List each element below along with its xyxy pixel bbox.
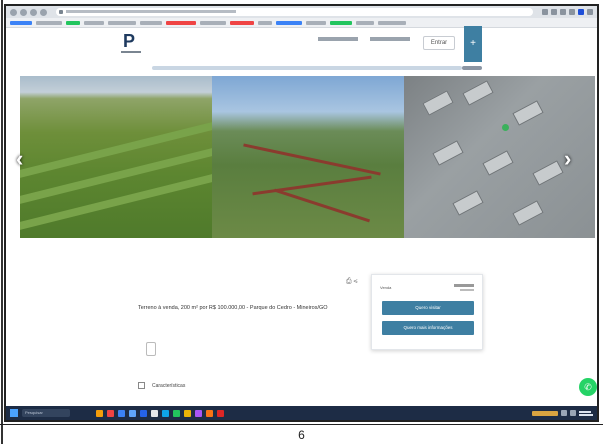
lot-block [482, 150, 514, 176]
bookmark-item[interactable] [36, 20, 62, 25]
bookmark-item[interactable] [108, 20, 136, 25]
system-tray [532, 410, 593, 416]
downloads-icon[interactable] [569, 9, 575, 15]
forward-icon[interactable] [20, 8, 27, 16]
bookmarks-bar [6, 18, 597, 28]
whatsapp-icon[interactable]: ✆ [579, 378, 597, 396]
lot-block [432, 140, 464, 166]
bookmark-item[interactable] [200, 20, 226, 25]
logo-mark-icon: P [123, 31, 136, 51]
road-line [243, 143, 381, 176]
contact-card: Venda Quero visitar Quero mais informaçõ… [371, 274, 483, 350]
home-icon[interactable] [40, 8, 47, 16]
zoom-icon[interactable] [542, 9, 548, 15]
field-strip [20, 122, 212, 178]
gallery-photo[interactable] [212, 76, 404, 238]
map-pin-icon[interactable] [146, 342, 156, 356]
windows-taskbar: Pesquisar [6, 406, 597, 420]
taskbar-app-icon[interactable] [140, 409, 147, 417]
taskbar-app-icon[interactable] [96, 409, 103, 417]
taskbar-app-icon[interactable] [184, 409, 191, 417]
more-info-button[interactable]: Quero mais informações [382, 321, 474, 335]
site-logo[interactable]: P [121, 31, 141, 53]
browser-toolbar [6, 6, 597, 18]
back-icon[interactable] [10, 8, 17, 16]
price-value [454, 284, 474, 291]
photo-gallery[interactable] [20, 76, 595, 238]
location-marker-icon [502, 124, 509, 131]
browser-window: P Entrar + ‹ › ⎙ ⋖ Terreno à venda, 200 … [4, 4, 599, 422]
taskbar-app-icon[interactable] [151, 409, 158, 417]
profile-icon[interactable] [578, 9, 584, 15]
lot-block [452, 190, 484, 216]
bookmark-item[interactable] [258, 20, 272, 25]
lot-block [512, 200, 544, 226]
clock[interactable] [579, 410, 593, 416]
gallery-photo[interactable] [20, 76, 212, 238]
taskbar-app-icon[interactable] [195, 409, 202, 417]
bookmark-item[interactable] [84, 20, 104, 25]
road-line [252, 175, 372, 196]
lock-icon [59, 10, 63, 14]
address-text [66, 10, 236, 13]
taskbar-app-icon[interactable] [162, 409, 169, 417]
lot-block [422, 90, 454, 116]
frame-bottom-rule [0, 424, 603, 425]
add-listing-button[interactable]: + [464, 26, 482, 62]
logo-tagline [121, 51, 141, 53]
extensions-icon[interactable] [560, 9, 566, 15]
bookmark-item[interactable] [356, 20, 374, 25]
lot-block [532, 160, 564, 186]
bookmark-item[interactable] [10, 20, 32, 25]
road-line [273, 188, 371, 223]
listing-title: Terreno à venda, 200 m² por R$ 100.000,0… [138, 305, 328, 311]
taskbar-app-icon[interactable] [129, 409, 136, 417]
bookmark-item[interactable] [166, 20, 196, 25]
taskbar-app-icon[interactable] [107, 409, 114, 417]
lot-block [512, 100, 544, 126]
field-strip [20, 174, 212, 230]
lot-block [462, 80, 494, 106]
login-button[interactable]: Entrar [423, 36, 455, 50]
taskbar-app-icon[interactable] [118, 409, 125, 417]
bookmark-item[interactable] [378, 20, 406, 25]
schedule-visit-button[interactable]: Quero visitar [382, 301, 474, 315]
share-link[interactable] [462, 66, 482, 70]
taskbar-app-icon[interactable] [173, 409, 180, 417]
taskbar-search[interactable]: Pesquisar [22, 409, 70, 417]
bookmark-item[interactable] [330, 20, 352, 25]
bookmark-item[interactable] [140, 20, 162, 25]
share-icons[interactable]: ⎙ ⋖ [346, 278, 358, 286]
contact-number[interactable] [318, 37, 358, 41]
volume-icon[interactable] [570, 410, 576, 416]
start-icon[interactable] [10, 409, 18, 417]
bookmark-item[interactable] [66, 20, 80, 25]
breadcrumb[interactable] [152, 66, 462, 70]
field-strip [20, 148, 212, 204]
features-checkbox[interactable] [138, 382, 145, 389]
taskbar-app-icon[interactable] [206, 409, 213, 417]
gallery-next-icon[interactable]: › [564, 148, 571, 170]
reload-icon[interactable] [30, 8, 37, 16]
network-icon[interactable] [561, 410, 567, 416]
gallery-prev-icon[interactable]: ‹ [16, 148, 23, 170]
bookmark-item[interactable] [276, 20, 302, 25]
contact-number[interactable] [370, 37, 410, 41]
page-number: 6 [298, 428, 305, 442]
address-bar[interactable] [56, 8, 533, 16]
taskbar-app-icon[interactable] [217, 409, 224, 417]
bookmark-item[interactable] [230, 20, 254, 25]
bookmark-item[interactable] [306, 20, 326, 25]
price-label: Venda [380, 285, 392, 290]
features-heading: Características [152, 383, 186, 389]
bookmark-star-icon[interactable] [551, 9, 557, 15]
weather-widget[interactable] [532, 410, 558, 416]
left-margin-rule [1, 0, 3, 444]
menu-icon[interactable] [587, 9, 593, 15]
